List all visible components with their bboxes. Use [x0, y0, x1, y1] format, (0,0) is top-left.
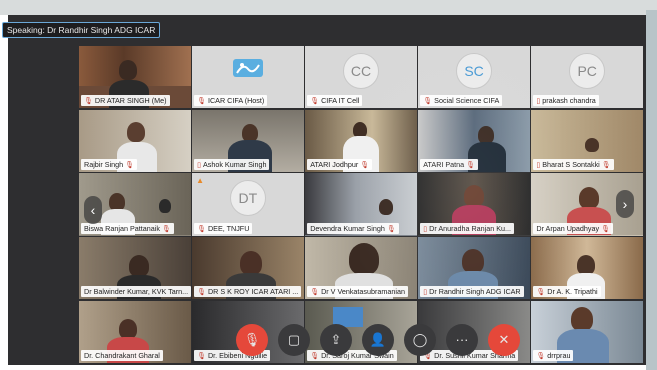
mic-icon: ▯ [423, 289, 428, 297]
participant-tile[interactable]: 🎙 drrprau [531, 300, 643, 363]
participant-name: ATARI Jodhpur 🎙 [307, 158, 373, 170]
monitor-bezel-top [0, 0, 657, 15]
mic-muted-icon: 🎙 [423, 98, 433, 106]
share-screen-button[interactable]: ⇪ [320, 324, 352, 356]
mic-muted-icon: 🎙 [601, 225, 610, 233]
participant-name: ▯ prakash chandra [533, 95, 599, 107]
mute-toggle-button[interactable]: 🎙 [236, 324, 268, 356]
avatar: SC [456, 52, 493, 89]
chat-button[interactable]: ◯ [404, 324, 436, 356]
mic-muted-icon: 🎙 [197, 352, 206, 360]
participants-icon: 👤 [369, 332, 387, 347]
leave-icon: ✕ [498, 332, 510, 347]
avatar: PC [569, 52, 606, 89]
cifa-logo-icon [232, 59, 263, 78]
mic-muted-icon: 🎙 [536, 289, 546, 297]
prev-page-button[interactable]: ‹ [84, 196, 102, 224]
mic-icon: ▯ [536, 161, 541, 169]
participant-tile[interactable]: ▯ Dr Anuradha Ranjan Ku... [418, 173, 530, 236]
participant-tile[interactable]: ▯ Ashok Kumar Singh [192, 109, 304, 172]
participant-tile[interactable]: Rajbir Singh 🎙 [79, 109, 191, 172]
participant-name: Rajbir Singh 🎙 [81, 158, 138, 170]
participant-tile[interactable]: SC 🎙 Social Science CIFA [418, 46, 530, 109]
participant-tile[interactable]: 🎙 DR ATAR SINGH (Me) [79, 46, 191, 109]
participant-name: Dr Balwinder Kumar, KVK Tarn... [81, 286, 191, 298]
participant-tile[interactable]: Dr Balwinder Kumar, KVK Tarn... [79, 237, 191, 300]
participant-tile-active-speaker[interactable]: ▯ Dr Randhir Singh ADG ICAR [418, 237, 530, 300]
participant-tile[interactable]: Devendra Kumar Singh 🎙 [305, 173, 417, 236]
mic-muted-icon: 🎙 [310, 289, 320, 297]
mic-muted-icon: 🎙 [360, 161, 370, 169]
participant-name: 🎙 CIFA IT Cell [307, 95, 363, 107]
participant-name: ▯ Ashok Kumar Singh [194, 158, 270, 170]
participant-name: 🎙 drrprau [533, 349, 574, 361]
participant-name: Biswa Ranjan Pattanaik 🎙 [81, 222, 174, 234]
share-icon: ⇪ [330, 332, 342, 347]
participant-tile[interactable]: ▯ Bharat S Sontakki 🎙 [531, 109, 643, 172]
participant-tile[interactable]: PC ▯ prakash chandra [531, 46, 643, 109]
participant-name: 🎙 Dr V Venkatasubramanian [307, 286, 408, 298]
more-options-button[interactable]: ··· [446, 324, 478, 356]
participant-name: 🎙 DR ATAR SINGH (Me) [81, 95, 170, 107]
participant-tile[interactable]: ▲ DT 🎙 DEE, TNJFU [192, 173, 304, 236]
mic-icon: ▯ [536, 98, 541, 106]
mic-muted-icon: 🎙 [161, 225, 171, 233]
participant-name: 🎙 ICAR CIFA (Host) [194, 95, 268, 107]
mic-muted-icon: 🎙 [197, 98, 206, 106]
participant-tile[interactable]: Dr. Chandrakant Gharal [79, 300, 191, 363]
participant-tile[interactable]: ATARI Patna 🎙 [418, 109, 530, 172]
avatar: CC [342, 52, 379, 89]
participant-name: 🎙 Dr A. K. Tripathi [533, 286, 601, 298]
leave-meeting-button[interactable]: ✕ [488, 324, 520, 356]
mic-muted-icon: 🎙 [466, 161, 476, 169]
mic-icon: ▯ [197, 161, 201, 169]
mic-muted-icon: 🎙 [601, 161, 611, 169]
participant-tile[interactable]: ATARI Jodhpur 🎙 [305, 109, 417, 172]
participant-name: ▯ Dr Randhir Singh ADG ICAR [420, 286, 524, 298]
participant-name: ATARI Patna 🎙 [420, 158, 479, 170]
more-icon: ··· [455, 332, 469, 347]
participant-name: Dr. Chandrakant Gharal [81, 349, 163, 361]
participant-tile[interactable]: 🎙 Dr A. K. Tripathi [531, 237, 643, 300]
video-off-icon: ▢ [287, 332, 301, 347]
mic-muted-icon: 🎙 [243, 332, 261, 347]
mic-muted-icon: 🎙 [84, 98, 93, 106]
video-toggle-button[interactable]: ▢ [278, 324, 310, 356]
photo-frame: Speaking: Dr Randhir Singh ADG ICAR 🎙 DR … [0, 0, 657, 370]
participant-tile[interactable]: 🎙 ICAR CIFA (Host) [192, 46, 304, 109]
participant-tile[interactable]: 🎙 DR S K ROY ICAR ATARI ... [192, 237, 304, 300]
mic-muted-icon: 🎙 [197, 289, 206, 297]
meeting-toolbar: 🎙 ▢ ⇪ 👤 ◯ ··· ✕ [236, 324, 520, 358]
participant-name: Dr Arpan Upadhyay 🎙 [533, 222, 613, 234]
participant-tile[interactable]: 🎙 Dr V Venkatasubramanian [305, 237, 417, 300]
monitor-bezel-right [646, 10, 657, 370]
mic-muted-icon: 🎙 [197, 225, 206, 233]
participant-grid: 🎙 DR ATAR SINGH (Me) 🎙 ICAR CIFA (Host) CC… [79, 46, 643, 364]
participants-button[interactable]: 👤 [362, 324, 394, 356]
participant-name: Devendra Kumar Singh 🎙 [307, 222, 399, 234]
mic-muted-icon: 🎙 [536, 352, 546, 360]
mic-muted-icon: 🎙 [310, 98, 320, 106]
participant-name: ▯ Bharat S Sontakki 🎙 [533, 158, 614, 170]
warning-icon: ▲ [196, 176, 205, 186]
mic-muted-icon: 🎙 [386, 225, 396, 233]
next-page-button[interactable]: › [616, 190, 634, 218]
participant-tile[interactable]: CC 🎙 CIFA IT Cell [305, 46, 417, 109]
participant-name: 🎙 DEE, TNJFU [194, 222, 253, 234]
participant-name: 🎙 DR S K ROY ICAR ATARI ... [194, 286, 302, 298]
chat-icon: ◯ [412, 332, 428, 347]
mic-icon: ▯ [423, 225, 428, 233]
participant-name: ▯ Dr Anuradha Ranjan Ku... [420, 222, 515, 234]
mic-muted-icon: 🎙 [125, 161, 135, 169]
active-speaker-label: Speaking: Dr Randhir Singh ADG ICAR [2, 22, 161, 38]
avatar: DT [229, 180, 266, 217]
participant-name: 🎙 Social Science CIFA [420, 95, 503, 107]
